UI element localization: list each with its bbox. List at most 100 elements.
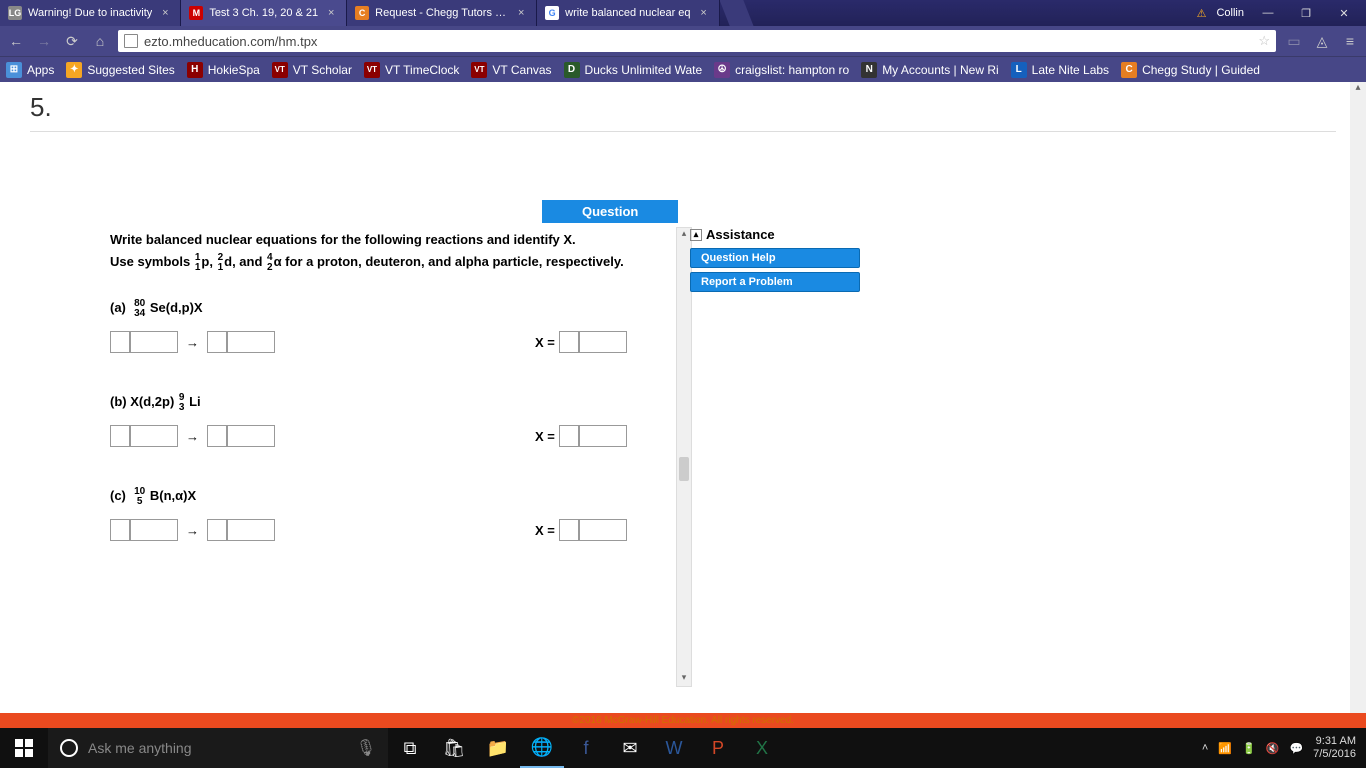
close-window-button[interactable]: ✕ (1330, 7, 1358, 20)
system-tray: ˄ 📶 🔋 🔇 💬 9:31 AM 7/5/2016 (1192, 735, 1366, 761)
duck-icon: D (564, 62, 580, 78)
facebook-icon[interactable]: f (564, 728, 608, 768)
back-button[interactable]: ← (6, 31, 26, 51)
input-a-right[interactable] (227, 331, 275, 353)
page-scrollbar[interactable]: ▴ (1350, 82, 1366, 713)
c-iso-atno: 5 (134, 497, 145, 507)
scroll-up-icon[interactable]: ▴ (677, 228, 691, 242)
bookmark-chegg[interactable]: CChegg Study | Guided (1121, 62, 1260, 78)
minimize-button[interactable]: — (1254, 7, 1282, 19)
bookmark-vtcanvas[interactable]: VTVT Canvas (471, 62, 551, 78)
browser-tab-3[interactable]: G write balanced nuclear eq × (537, 0, 719, 26)
reload-button[interactable]: ⟳ (62, 31, 82, 51)
browser-tab-2[interactable]: C Request - Chegg Tutors | O × (347, 0, 537, 26)
windows-taskbar: Ask me anything 🎙 ⧉ 🛍 📁 🌐 f ✉ W P X ˄ 📶 … (0, 728, 1366, 768)
question-help-button[interactable]: Question Help (690, 248, 860, 268)
bookmark-hokiespa[interactable]: HHokieSpa (187, 62, 260, 78)
tab-title-3: write balanced nuclear eq (565, 7, 690, 19)
input-b-left[interactable] (130, 425, 178, 447)
taskbar-clock[interactable]: 9:31 AM 7/5/2016 (1313, 735, 1356, 761)
bm-label: Chegg Study | Guided (1142, 63, 1260, 77)
cortana-search[interactable]: Ask me anything 🎙 (48, 728, 388, 768)
bookmark-suggested[interactable]: ✦Suggested Sites (66, 62, 174, 78)
drive-icon[interactable]: ◬ (1312, 31, 1332, 51)
page-icon (124, 34, 138, 48)
browser-toolbar: ← → ⟳ ⌂ ezto.mheducation.com/hm.tpx ☆ ▭ … (0, 26, 1366, 56)
task-view-button[interactable]: ⧉ (388, 728, 432, 768)
excel-icon[interactable]: X (740, 728, 784, 768)
browser-tab-1[interactable]: M Test 3 Ch. 19, 20 & 21 × (181, 0, 347, 26)
favicon-0: LG (8, 6, 22, 20)
a-iso-atno: 34 (134, 309, 145, 319)
file-explorer-icon[interactable]: 📁 (476, 728, 520, 768)
forward-button[interactable]: → (34, 31, 54, 51)
close-icon[interactable]: × (514, 7, 528, 19)
bookmark-craigslist[interactable]: ☮craigslist: hampton ro (714, 62, 849, 78)
b-iso-atno: 3 (179, 403, 185, 413)
q2-prefix: Use symbols (110, 254, 194, 269)
report-problem-button[interactable]: Report a Problem (690, 272, 860, 292)
action-center-icon[interactable]: 💬 (1289, 742, 1303, 755)
input-a-left[interactable] (130, 331, 178, 353)
bm-label: Late Nite Labs (1032, 63, 1109, 77)
scroll-down-icon[interactable]: ▾ (677, 672, 691, 686)
input-c-right[interactable] (227, 519, 275, 541)
favicon-1: M (189, 6, 203, 20)
input-a-x-sup[interactable] (559, 331, 579, 353)
browser-tab-0[interactable]: LG Warning! Due to inactivity × (0, 0, 181, 26)
question-line-1: Write balanced nuclear equations for the… (110, 232, 576, 247)
chrome-icon[interactable]: 🌐 (520, 728, 564, 768)
inner-scrollbar[interactable]: ▴ ▾ (676, 227, 692, 687)
bm-label: VT Scholar (293, 63, 352, 77)
input-c-right-sup[interactable] (207, 519, 227, 541)
input-c-left-sup[interactable] (110, 519, 130, 541)
input-b-right-sup[interactable] (207, 425, 227, 447)
cast-icon[interactable]: ▭ (1284, 31, 1304, 51)
bookmark-apps[interactable]: ⊞Apps (6, 62, 54, 78)
close-icon[interactable]: × (158, 7, 172, 19)
input-b-left-sup[interactable] (110, 425, 130, 447)
cortana-icon (60, 739, 78, 757)
star-icon: ✦ (66, 62, 82, 78)
battery-icon[interactable]: 🔋 (1242, 742, 1256, 755)
new-tab-button[interactable] (720, 0, 754, 26)
arrow-icon: → (186, 523, 199, 538)
input-a-left-sup[interactable] (110, 331, 130, 353)
close-icon[interactable]: × (697, 7, 711, 19)
wifi-icon[interactable]: 📶 (1218, 742, 1232, 755)
scroll-thumb[interactable] (679, 457, 689, 481)
input-c-x-sup[interactable] (559, 519, 579, 541)
home-button[interactable]: ⌂ (90, 31, 110, 51)
bookmark-ducks[interactable]: DDucks Unlimited Wate (564, 62, 703, 78)
user-name[interactable]: Collin (1216, 7, 1244, 19)
scroll-up-icon[interactable]: ▴ (1350, 82, 1366, 93)
store-icon[interactable]: 🛍 (432, 728, 476, 768)
input-b-x[interactable] (579, 425, 627, 447)
question-tab[interactable]: Question (542, 200, 678, 223)
word-icon[interactable]: W (652, 728, 696, 768)
close-icon[interactable]: × (324, 7, 338, 19)
address-bar[interactable]: ezto.mheducation.com/hm.tpx ☆ (118, 30, 1276, 52)
start-button[interactable] (0, 728, 48, 768)
bookmark-latenite[interactable]: LLate Nite Labs (1011, 62, 1109, 78)
tray-chevron-icon[interactable]: ˄ (1202, 742, 1208, 754)
powerpoint-icon[interactable]: P (696, 728, 740, 768)
bookmark-accounts[interactable]: NMy Accounts | New Ri (861, 62, 998, 78)
mail-icon[interactable]: ✉ (608, 728, 652, 768)
input-a-x[interactable] (579, 331, 627, 353)
input-a-right-sup[interactable] (207, 331, 227, 353)
bookmark-star-icon[interactable]: ☆ (1258, 33, 1270, 49)
bookmark-vtscholar[interactable]: VTVT Scholar (272, 62, 352, 78)
input-c-left[interactable] (130, 519, 178, 541)
input-b-right[interactable] (227, 425, 275, 447)
maximize-button[interactable]: ❐ (1292, 7, 1320, 20)
input-c-x[interactable] (579, 519, 627, 541)
microphone-icon[interactable]: 🎙 (356, 738, 376, 758)
menu-icon[interactable]: ≡ (1340, 31, 1360, 51)
bookmark-vttimeclock[interactable]: VTVT TimeClock (364, 62, 459, 78)
favicon-3: G (545, 6, 559, 20)
collapse-icon[interactable]: ▴ (690, 229, 702, 241)
volume-icon[interactable]: 🔇 (1266, 742, 1280, 755)
tab-title-0: Warning! Due to inactivity (28, 7, 152, 19)
input-b-x-sup[interactable] (559, 425, 579, 447)
